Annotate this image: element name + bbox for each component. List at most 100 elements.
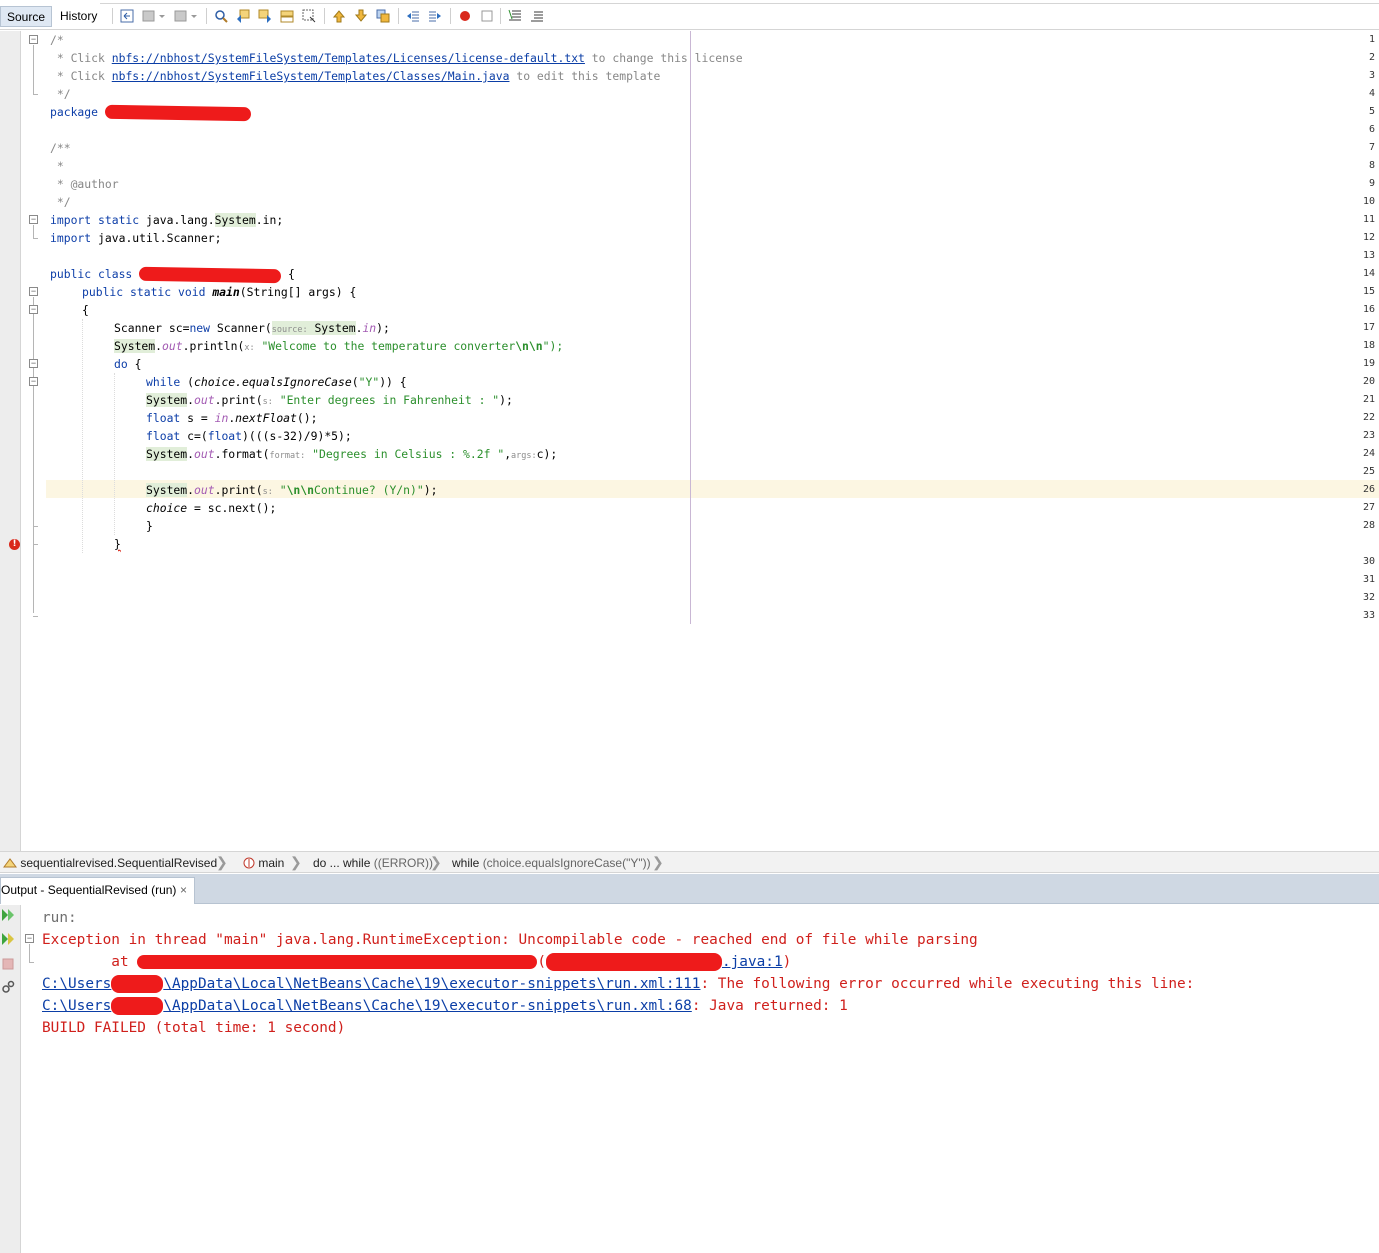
redaction-mark [139, 266, 282, 283]
line-number: 32 [1362, 592, 1375, 603]
code-line-11: import static java.lang.System.in; [50, 213, 284, 227]
chevron-right-icon: ❯ [290, 854, 302, 870]
code-line-4: */ [50, 87, 71, 101]
code-line-18: System.out.println(x: "Welcome to the te… [114, 339, 564, 353]
line-number: 5 [1368, 106, 1375, 117]
line-number: 24 [1362, 448, 1375, 459]
output-tab[interactable]: Output - SequentialRevised (run) × [0, 877, 195, 904]
method-icon [243, 857, 255, 869]
run-xml-link-111[interactable]: C:\Users \AppData\Local\NetBeans\Cache\19… [42, 975, 700, 993]
code-line-19: do { [114, 357, 142, 371]
chevron-right-icon: ❯ [652, 854, 664, 870]
error-icon[interactable]: ! [9, 539, 20, 550]
redaction-mark [111, 997, 164, 1015]
line-number: 17 [1362, 322, 1375, 333]
line-number: 11 [1362, 214, 1375, 225]
redaction-mark [104, 104, 251, 121]
find-icon[interactable] [214, 9, 228, 23]
fold-collapse-icon[interactable]: − [29, 305, 38, 314]
line-number: 4 [1368, 88, 1375, 99]
settings-icon[interactable] [1, 980, 15, 994]
code-line-9: * @author [50, 177, 119, 191]
code-line-20: while (choice.equalsIgnoreCase("Y")) { [146, 375, 407, 389]
back-dropdown-icon[interactable] [158, 9, 166, 23]
stop-macro-icon[interactable] [480, 9, 494, 23]
output-action-bar [0, 905, 21, 1253]
shift-left-icon[interactable] [406, 9, 420, 23]
fold-collapse-icon[interactable]: − [29, 215, 38, 224]
code-line-7: /** [50, 141, 71, 155]
rerun-with-options-icon[interactable] [1, 932, 15, 946]
line-number: 7 [1368, 142, 1375, 153]
back-icon[interactable] [142, 9, 156, 23]
code-line-3: * Click nbfs://nbhost/SystemFileSystem/T… [50, 69, 661, 83]
start-macro-icon[interactable] [458, 9, 472, 23]
fold-collapse-icon[interactable]: − [29, 359, 38, 368]
find-next-icon[interactable] [258, 9, 272, 23]
run-xml-link-68[interactable]: C:\Users \AppData\Local\NetBeans\Cache\19… [42, 997, 692, 1015]
stacktrace-link[interactable]: .java:1 [722, 954, 783, 970]
code-line-8: * [50, 159, 64, 173]
code-line-22: float s = in.nextFloat(); [146, 411, 318, 425]
line-number-gutter [0, 31, 21, 851]
previous-bookmark-icon[interactable] [332, 9, 346, 23]
code-line-29-error[interactable]: } [114, 535, 121, 553]
right-margin-line [690, 31, 691, 624]
line-number: 22 [1362, 412, 1375, 423]
find-previous-icon[interactable] [236, 9, 250, 23]
find-selection-icon[interactable] [280, 9, 294, 23]
line-number: 20 [1362, 376, 1375, 387]
line-number: 21 [1362, 394, 1375, 405]
line-number: 14 [1362, 268, 1375, 279]
breadcrumb-do-while[interactable]: do ... while ((ERROR)) [313, 855, 433, 871]
code-line-23: float c=(float)(((s-32)/9)*5); [146, 429, 352, 443]
code-line-14: public class { [50, 266, 295, 283]
fold-collapse-icon[interactable]: − [25, 934, 34, 943]
line-number: 25 [1362, 466, 1375, 477]
line-number: 10 [1362, 196, 1375, 207]
fold-collapse-icon[interactable]: − [29, 377, 38, 386]
fold-collapse-icon[interactable]: − [29, 35, 38, 44]
comment-icon[interactable] [508, 9, 522, 23]
line-number: 19 [1362, 358, 1375, 369]
close-icon[interactable]: × [180, 878, 187, 903]
breadcrumb-class[interactable]: sequentialrevised.SequentialRevised [3, 855, 217, 871]
code-line-16: { [82, 303, 89, 317]
code-line-1: /* [50, 33, 64, 47]
license-template-link[interactable]: nbfs://nbhost/SystemFileSystem/Templates… [112, 51, 585, 65]
fold-collapse-icon[interactable]: − [29, 287, 38, 296]
code-line-26: System.out.print(s: "\n\nContinue? (Y/n)… [146, 483, 438, 497]
class-template-link[interactable]: nbfs://nbhost/SystemFileSystem/Templates… [112, 69, 510, 83]
toggle-highlight-icon[interactable] [302, 9, 316, 23]
forward-dropdown-icon[interactable] [190, 9, 198, 23]
shift-right-icon[interactable] [428, 9, 442, 23]
forward-icon[interactable] [174, 9, 188, 23]
code-line-5: package [50, 103, 251, 121]
line-number: 28 [1362, 520, 1375, 531]
tab-source[interactable]: Source [0, 6, 53, 27]
code-line-24: System.out.format(format: "Degrees in Ce… [146, 447, 558, 461]
output-window-header: Output - SequentialRevised (run) × [0, 874, 1379, 904]
next-bookmark-icon[interactable] [354, 9, 368, 23]
output-stacktrace-line: at (.java:1) [42, 953, 792, 971]
tab-history[interactable]: History [54, 6, 103, 27]
output-build-failed: BUILD FAILED (total time: 1 second) [42, 1020, 346, 1036]
last-edit-icon[interactable] [120, 9, 134, 23]
line-number: 8 [1368, 160, 1375, 171]
line-number: 6 [1368, 124, 1375, 135]
breadcrumb-while[interactable]: while (choice.equalsIgnoreCase("Y")) [452, 855, 651, 871]
stop-icon[interactable] [1, 957, 15, 971]
class-icon [3, 858, 17, 868]
code-line-27: choice = sc.next(); [146, 501, 277, 515]
breadcrumb-method[interactable]: main [243, 855, 284, 871]
line-number: 16 [1362, 304, 1375, 315]
toggle-bookmark-icon[interactable] [376, 9, 390, 23]
navigation-breadcrumb: sequentialrevised.SequentialRevised ❯ ma… [0, 851, 1379, 873]
code-editor[interactable]: 1 2 3 4 5 6 7 8 9 10 11 12 13 14 15 16 1… [0, 31, 1379, 851]
output-console[interactable]: − run: Exception in thread "main" java.l… [21, 905, 1379, 1253]
output-error-line-1: C:\Users \AppData\Local\NetBeans\Cache\19… [42, 975, 1195, 993]
output-run-line: run: [42, 910, 77, 926]
rerun-icon[interactable] [1, 908, 15, 922]
uncomment-icon[interactable] [530, 9, 544, 23]
line-number: 18 [1362, 340, 1375, 351]
